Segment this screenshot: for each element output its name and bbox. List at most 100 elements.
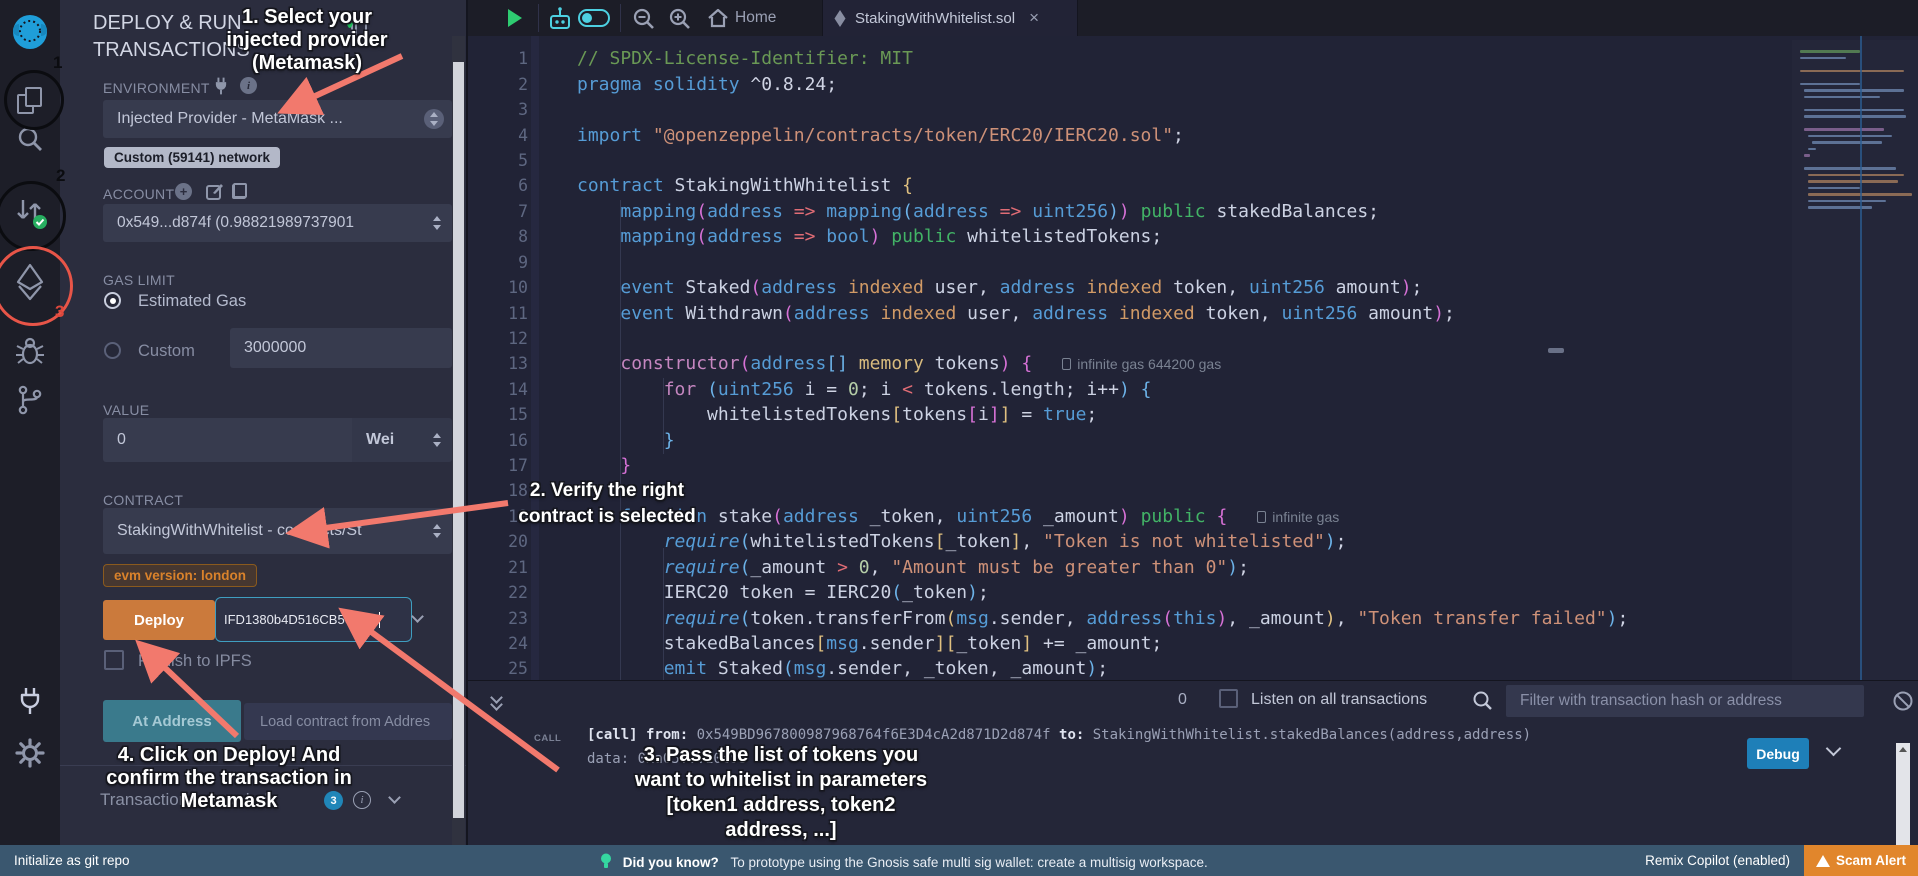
account-select[interactable]: 0x549...d874f (0.98821989737901 (103, 204, 452, 242)
listen-all-checkbox[interactable] (1219, 689, 1238, 708)
solidity-compiler-icon[interactable] (0, 192, 60, 237)
tip-label: Did you know? (623, 855, 719, 870)
terminal: 0 Listen on all transactions CALL [call]… (468, 680, 1918, 845)
tab-close-icon[interactable]: × (1029, 8, 1039, 28)
env-info-icon[interactable]: i (240, 77, 257, 94)
environment-stepper-icon[interactable] (424, 109, 444, 129)
code-line: 9 (468, 250, 1918, 275)
search-icon[interactable] (0, 124, 60, 159)
remix-logo[interactable] (0, 10, 60, 63)
log-collapse-chevron-icon[interactable] (1826, 741, 1842, 757)
settings-gear-icon[interactable] (0, 738, 60, 773)
terminal-expand-chevrons-icon[interactable] (490, 693, 504, 711)
estimated-gas-label: Estimated Gas (138, 292, 246, 311)
ai-robot-icon[interactable] (547, 6, 573, 37)
publish-ipfs-checkbox[interactable] (104, 650, 124, 670)
account-copy-icon[interactable] (232, 183, 247, 199)
code-line: 11 event Withdrawn(address indexed user,… (468, 301, 1918, 326)
run-script-play-icon[interactable] (507, 8, 523, 33)
code-line: 15 whitelistedTokens[tokens[i]] = true; (468, 402, 1918, 427)
publish-ipfs-label: Publish to IPFS (138, 652, 252, 671)
account-add-icon[interactable]: + (175, 183, 192, 200)
panel-scrollbar-thumb[interactable] (453, 62, 464, 818)
value-unit-select[interactable]: Wei (352, 418, 452, 462)
toolbar-separator (538, 4, 539, 32)
step1-number: 1 (53, 53, 62, 73)
tab-staking-with-whitelist[interactable]: StakingWithWhitelist.sol × (822, 0, 1078, 36)
code-line: 5 (468, 148, 1918, 173)
transactions-count-badge: 3 (324, 791, 343, 810)
code-line: 17 } (468, 453, 1918, 478)
listen-all-label: Listen on all transactions (1251, 691, 1427, 709)
value-input[interactable]: 0 (103, 418, 352, 462)
deploy-expand-chevron-icon[interactable] (411, 610, 424, 623)
editor-column: Home StakingWithWhitelist.sol × 1// SPDX… (466, 0, 1918, 845)
copilot-status[interactable]: Remix Copilot (enabled) (1645, 853, 1790, 868)
deploy-param-input[interactable]: IFD1380b4D516CB50c93" (215, 597, 412, 642)
debug-button[interactable]: Debug (1747, 738, 1809, 769)
call-type-label: CALL (534, 733, 561, 744)
file-explorer-icon[interactable] (0, 82, 60, 125)
did-you-know-tip: Did you know? To prototype using the Gno… (600, 853, 1208, 872)
code-line: 13 constructor(address[] memory tokens) … (468, 351, 1918, 376)
transactions-chevron-icon[interactable] (388, 791, 401, 804)
text-caret (379, 612, 381, 628)
custom-gas-input[interactable]: 3000000 (230, 328, 452, 368)
plugin-manager-plug-icon[interactable] (0, 686, 60, 721)
terminal-scrollbar[interactable] (1896, 743, 1910, 846)
call-data-line: data: 0xa05...10c93 (587, 751, 747, 767)
git-branch-icon[interactable] (0, 384, 60, 421)
call-log-line[interactable]: [call] from: 0x549BD967800987968764f6E3D… (587, 727, 1531, 743)
estimated-gas-radio[interactable] (104, 292, 121, 309)
at-address-input[interactable]: Load contract from Addres (244, 703, 452, 740)
account-label: ACCOUNT (103, 186, 174, 202)
evm-version-badge: evm version: london (103, 564, 257, 587)
activity-bar (0, 0, 60, 845)
home-label[interactable]: Home (735, 9, 776, 27)
code-line: 14 for (uint256 i = 0; i < tokens.length… (468, 377, 1918, 402)
zoom-out-icon[interactable] (632, 7, 656, 36)
panel-scrollbar[interactable] (452, 36, 465, 845)
code-line: 6contract StakingWithWhitelist { (468, 173, 1918, 198)
code-line: 8 mapping(address => bool) public whitel… (468, 224, 1918, 249)
account-edit-icon[interactable] (205, 182, 224, 206)
git-init-button[interactable]: Initialize as git repo (14, 853, 130, 868)
terminal-count: 0 (1178, 691, 1187, 709)
code-editor[interactable]: 1// SPDX-License-Identifier: MIT2pragma … (468, 36, 1918, 680)
terminal-search-icon[interactable] (1472, 690, 1493, 716)
env-plug-icon[interactable] (212, 76, 230, 101)
transactions-info-icon[interactable]: i (353, 791, 371, 809)
zoom-in-icon[interactable] (668, 7, 692, 36)
code-line: 21 require(_amount > 0, "Amount must be … (468, 555, 1918, 580)
deploy-run-panel: DEPLOY & RUN TRANSACTIONS ENVIRONMENT i … (60, 0, 466, 845)
scroll-indicator[interactable] (1548, 348, 1564, 353)
contract-select[interactable]: StakingWithWhitelist - contracts/St (103, 508, 452, 554)
debugger-icon[interactable] (0, 334, 60, 371)
copilot-toggle[interactable] (578, 9, 610, 27)
custom-gas-value: 3000000 (244, 339, 306, 357)
code-line: 19 function stake(address _token, uint25… (468, 504, 1918, 529)
code-line: 2pragma solidity ^0.8.24; (468, 72, 1918, 97)
custom-gas-label: Custom (138, 342, 195, 361)
at-address-button[interactable]: At Address (103, 700, 241, 742)
value-amount: 0 (117, 431, 126, 449)
code-line: 7 mapping(address => mapping(address => … (468, 199, 1918, 224)
deploy-run-icon[interactable] (0, 262, 60, 307)
tip-text: To prototype using the Gnosis safe multi… (731, 855, 1208, 870)
remix-ide-window: 1 2 3 DEPLOY & RUN TRANSACTIONS ENVIRONM… (0, 0, 1918, 876)
custom-gas-radio[interactable] (104, 342, 121, 359)
home-icon[interactable] (707, 8, 729, 33)
code-line: 10 event Staked(address indexed user, ad… (468, 275, 1918, 300)
at-address-placeholder: Load contract from Addres (260, 714, 430, 730)
value-label: VALUE (103, 402, 149, 418)
environment-select[interactable]: Injected Provider - MetaMask ... (103, 100, 452, 138)
transaction-filter-input[interactable] (1506, 685, 1864, 717)
code-line: 20 require(whitelistedTokens[_token], "T… (468, 529, 1918, 554)
contract-label: CONTRACT (103, 492, 183, 508)
minimap[interactable] (1792, 40, 1918, 680)
block-ban-icon[interactable] (1892, 690, 1914, 717)
code-line: 12 (468, 326, 1918, 351)
deploy-button[interactable]: Deploy (103, 600, 215, 640)
value-unit: Wei (366, 431, 394, 449)
scam-alert-button[interactable]: Scam Alert (1804, 845, 1918, 876)
